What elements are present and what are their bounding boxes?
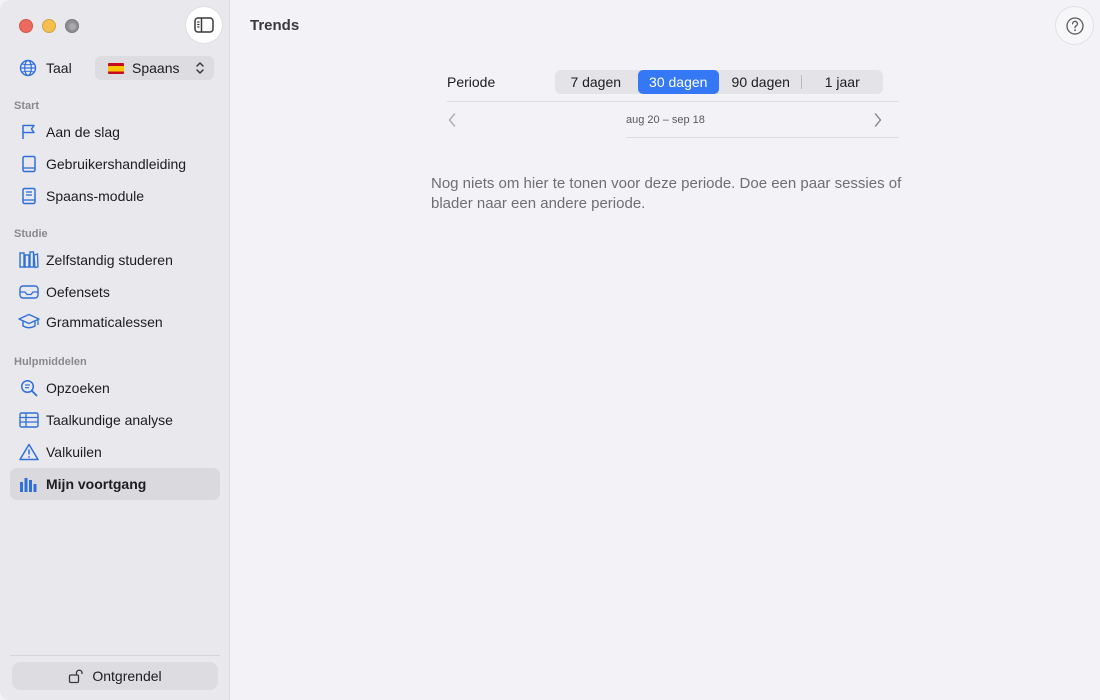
- sidebar-item-label: Gebruikershandleiding: [46, 156, 187, 172]
- sidebar-item-label: Aan de slag: [46, 124, 120, 140]
- sidebar-icon: [194, 17, 214, 33]
- sidebar-item-aan-de-slag[interactable]: Aan de slag: [10, 116, 220, 148]
- section-heading-hulpmiddelen: Hulpmiddelen: [14, 356, 87, 368]
- help-button[interactable]: [1056, 7, 1093, 44]
- sidebar-item-taalkundige-analyse[interactable]: Taalkundige analyse: [10, 404, 220, 436]
- magnifier-text-icon: [18, 377, 40, 399]
- minimize-window-button[interactable]: [42, 19, 56, 33]
- period-label: Periode: [447, 74, 496, 90]
- unlock-label: Ontgrendel: [92, 668, 162, 684]
- section-heading-start: Start: [14, 100, 40, 112]
- divider: [447, 101, 899, 102]
- segment-1-jaar[interactable]: 1 jaar: [802, 70, 884, 94]
- warning-triangle-icon: [18, 441, 40, 463]
- sidebar-item-grammaticalessen[interactable]: Grammaticalessen: [10, 306, 220, 338]
- chevron-updown-icon: [196, 62, 204, 74]
- close-window-button[interactable]: [19, 19, 33, 33]
- sidebar-item-label: Opzoeken: [46, 380, 110, 396]
- chevron-right-icon: [874, 113, 882, 127]
- previous-period-button[interactable]: [445, 112, 459, 128]
- sidebar-item-label: Grammaticalessen: [46, 314, 163, 330]
- book-closed-icon: [18, 185, 40, 207]
- segment-separator: [801, 75, 802, 89]
- date-range-label: aug 20 – sep 18: [626, 114, 705, 126]
- flag-icon: [18, 121, 40, 143]
- next-period-button[interactable]: [871, 112, 885, 128]
- bar-chart-icon: [18, 473, 40, 495]
- sidebar-item-gebruikershandleiding[interactable]: Gebruikershandleiding: [10, 148, 220, 180]
- segment-7-dagen[interactable]: 7 dagen: [555, 70, 637, 94]
- segment-90-dagen[interactable]: 90 dagen: [720, 70, 802, 94]
- sidebar-item-label: Taalkundige analyse: [46, 412, 173, 428]
- language-row: Taal Spaans: [18, 56, 214, 80]
- sidebar-toggle-button[interactable]: [186, 7, 222, 43]
- app-window: Taal Spaans Start Aan de slag Gebruikers…: [0, 0, 1100, 700]
- segment-30-dagen[interactable]: 30 dagen: [637, 70, 719, 94]
- help-icon: [1065, 16, 1084, 35]
- section-heading-studie: Studie: [14, 228, 48, 240]
- sidebar-item-mijn-voortgang[interactable]: Mijn voortgang: [10, 468, 220, 500]
- unlock-icon: [68, 668, 84, 684]
- language-label: Taal: [46, 60, 72, 76]
- books-vertical-icon: [18, 249, 40, 271]
- period-segmented-control: 7 dagen 30 dagen 90 dagen 1 jaar: [555, 70, 883, 94]
- sidebar-item-label: Mijn voortgang: [46, 476, 147, 492]
- globe-icon: [18, 58, 38, 78]
- sidebar-item-opzoeken[interactable]: Opzoeken: [10, 372, 220, 404]
- main-content: Trends Periode 7 dagen 30 dagen 90 dagen…: [231, 0, 1100, 700]
- window-controls: [19, 19, 79, 33]
- sidebar-item-label: Zelfstandig studeren: [46, 252, 173, 268]
- book-icon: [18, 153, 40, 175]
- sidebar-item-zelfstandig-studeren[interactable]: Zelfstandig studeren: [10, 244, 220, 276]
- language-select[interactable]: Spaans: [95, 56, 214, 80]
- chevron-left-icon: [448, 113, 456, 127]
- empty-state-message: Nog niets om hier te tonen voor deze per…: [431, 175, 902, 212]
- divider: [626, 137, 899, 138]
- sidebar: Taal Spaans Start Aan de slag Gebruikers…: [0, 0, 230, 700]
- page-title: Trends: [250, 17, 300, 34]
- sidebar-item-label: Spaans-module: [46, 188, 145, 204]
- sidebar-item-oefensets[interactable]: Oefensets: [10, 276, 220, 308]
- sidebar-item-valkuilen[interactable]: Valkuilen: [10, 436, 220, 468]
- zoom-window-button[interactable]: [65, 19, 79, 33]
- spain-flag-icon: [108, 62, 124, 74]
- sidebar-item-label: Oefensets: [46, 284, 110, 300]
- tray-icon: [18, 281, 40, 303]
- sidebar-divider: [10, 655, 220, 656]
- language-select-value: Spaans: [132, 60, 180, 76]
- unlock-button[interactable]: Ontgrendel: [12, 662, 218, 690]
- sidebar-item-label: Valkuilen: [46, 444, 102, 460]
- sidebar-item-spaans-module[interactable]: Spaans-module: [10, 180, 220, 212]
- graduation-cap-icon: [18, 311, 40, 333]
- table-icon: [18, 409, 40, 431]
